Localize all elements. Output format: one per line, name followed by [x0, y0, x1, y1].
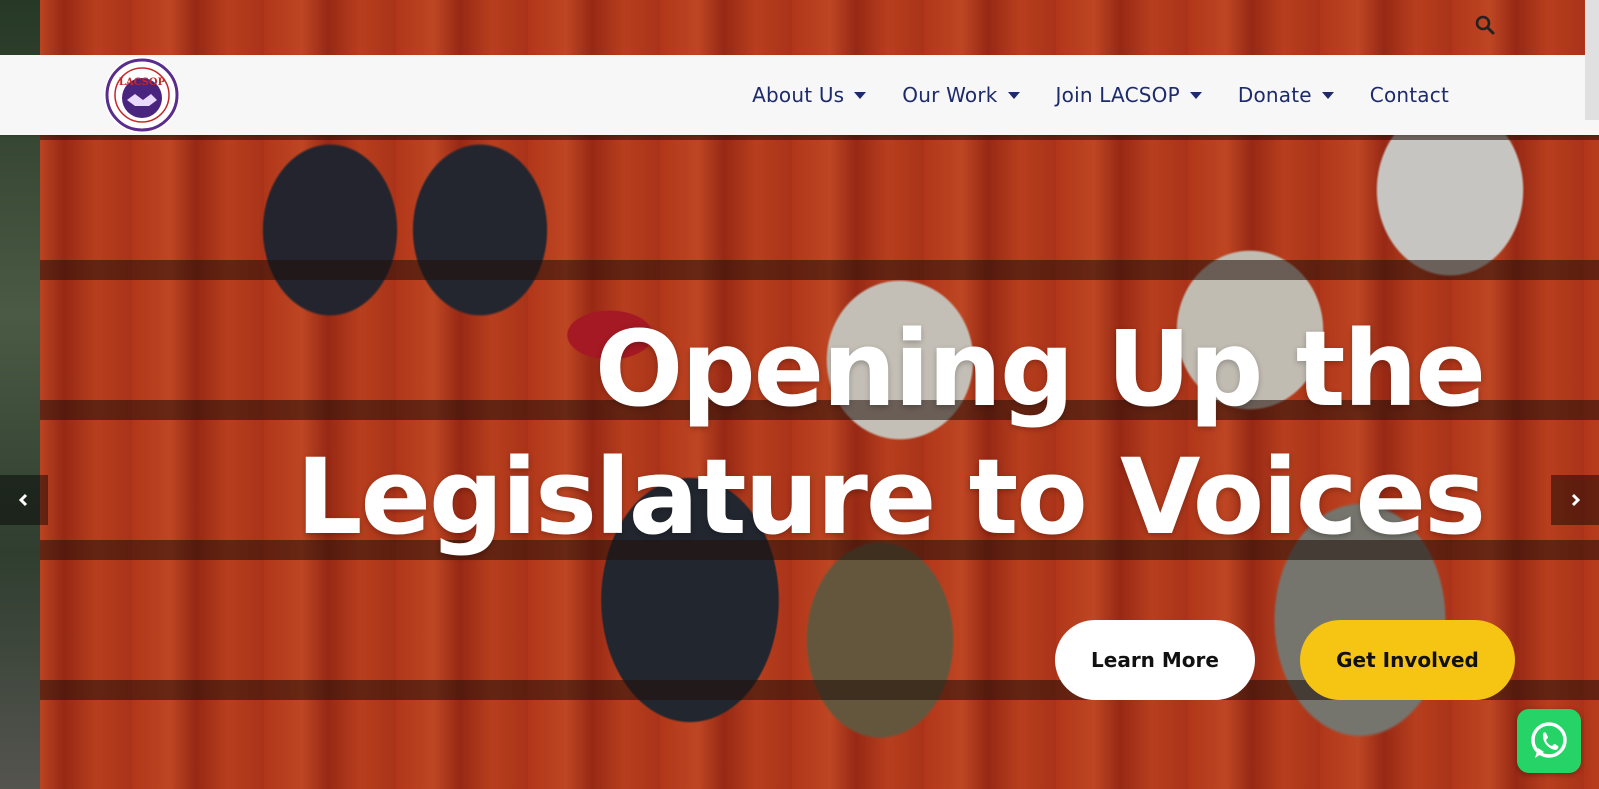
lacsop-logo-image: LACSOP — [105, 58, 179, 132]
nav-item-our-work[interactable]: Our Work — [902, 83, 1020, 107]
caret-down-icon — [1321, 91, 1334, 99]
logo-text: LACSOP — [119, 77, 166, 88]
hero-headline: Opening Up the Legislature to Voices — [296, 305, 1486, 561]
caret-down-icon — [1007, 91, 1020, 99]
nav-item-label: Donate — [1237, 83, 1312, 107]
search-button[interactable] — [1470, 10, 1500, 40]
main-navbar: LACSOP About Us Our Work Join LACSOP Don… — [0, 55, 1599, 135]
scrollbar-track[interactable] — [1585, 0, 1599, 120]
whatsapp-icon — [1531, 722, 1567, 758]
nav-item-donate[interactable]: Donate — [1238, 83, 1334, 107]
get-involved-button[interactable]: Get Involved — [1300, 620, 1515, 700]
search-icon — [1475, 15, 1495, 35]
nav-item-join-lacsop[interactable]: Join LACSOP — [1056, 83, 1202, 107]
primary-nav: About Us Our Work Join LACSOP Donate Con… — [716, 55, 1449, 135]
nav-item-about-us[interactable]: About Us — [752, 83, 867, 107]
caret-down-icon — [854, 91, 867, 99]
chevron-left-icon — [18, 493, 28, 507]
slider-next-button[interactable] — [1551, 475, 1599, 525]
site-logo[interactable]: LACSOP — [104, 57, 180, 133]
nav-item-label: Contact — [1369, 83, 1449, 107]
nav-item-label: About Us — [752, 83, 845, 107]
caret-down-icon — [1189, 91, 1202, 99]
headline-line-1: Opening Up the — [594, 308, 1486, 430]
nav-item-contact[interactable]: Contact — [1370, 83, 1449, 107]
chevron-right-icon — [1571, 493, 1581, 507]
nav-item-label: Our Work — [902, 83, 998, 107]
slider-prev-button[interactable] — [0, 475, 48, 525]
headline-line-2: Legislature to Voices — [296, 436, 1486, 558]
whatsapp-chat-button[interactable] — [1517, 709, 1581, 773]
learn-more-button[interactable]: Learn More — [1055, 620, 1255, 700]
nav-item-label: Join LACSOP — [1055, 83, 1180, 107]
